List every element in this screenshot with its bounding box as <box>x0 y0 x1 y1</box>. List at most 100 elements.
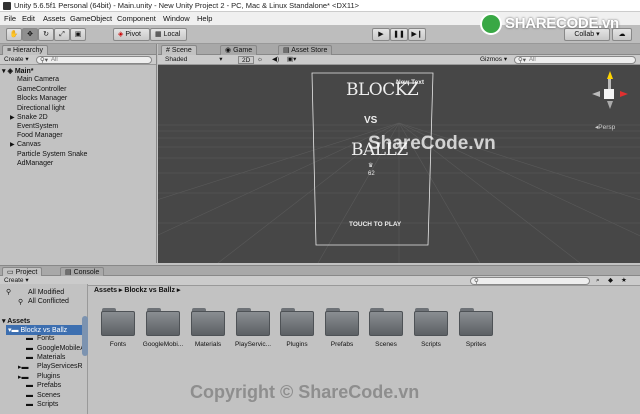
audio-icon[interactable]: ◀) <box>272 56 279 64</box>
move-tool-button[interactable]: ✥ <box>22 28 38 41</box>
tab-hierarchy[interactable]: ≡ Hierarchy <box>2 45 48 55</box>
gizmo-x-axis[interactable] <box>620 91 628 97</box>
pivot-label: Pivot <box>125 31 141 38</box>
tab-scene[interactable]: # Scene <box>161 45 197 55</box>
gizmo-y-axis[interactable] <box>607 71 613 79</box>
hierarchy-search-input[interactable]: ⚲▾ All <box>36 56 152 64</box>
shading-mode-dropdown[interactable]: Shaded ▾ <box>165 56 223 64</box>
hierarchy-item-snake-2d[interactable]: Snake 2D <box>17 114 48 121</box>
tree-item-all-modified[interactable]: All Modified <box>28 289 64 296</box>
hierarchy-item-admanager[interactable]: AdManager <box>17 160 53 167</box>
expand-arrow-icon: ▾ <box>2 68 6 75</box>
hand-tool-button[interactable]: ✋ <box>6 28 22 41</box>
filter-by-label-icon[interactable]: ◆ <box>608 277 613 285</box>
project-search-input[interactable]: ⚲ <box>470 277 590 285</box>
menu-file[interactable]: File <box>4 14 16 23</box>
tree-item-plugins[interactable]: Plugins <box>37 373 60 380</box>
pivot-toggle[interactable]: ◈ Pivot <box>113 28 150 41</box>
tab-game[interactable]: ◉ Game <box>220 45 258 55</box>
menu-gameobject[interactable]: GameObject <box>70 14 112 23</box>
folder-body <box>146 311 180 336</box>
tree-item-blockz-vs-ballz-row[interactable]: ▾▬ Blockz vs Ballz <box>8 326 67 334</box>
hierarchy-create-dropdown[interactable]: Create ▾ <box>4 56 29 64</box>
tree-item-assets-row[interactable]: ▾ Assets <box>2 317 30 325</box>
effects-icon[interactable]: ▣▾ <box>287 56 296 64</box>
move-icon: ✥ <box>27 31 33 38</box>
collapse-arrow-icon[interactable]: ▶ <box>10 114 15 121</box>
tree-item-scripts[interactable]: Scripts <box>37 401 58 408</box>
hierarchy-item-directional-light[interactable]: Directional light <box>17 105 65 112</box>
tree-item-fonts[interactable]: Fonts <box>37 335 55 342</box>
menu-window[interactable]: Window <box>163 14 190 23</box>
asset-folder-scenes[interactable] <box>369 308 403 336</box>
local-toggle[interactable]: ▦ Local <box>150 28 187 41</box>
menu-help[interactable]: Help <box>197 14 212 23</box>
tab-asset-store[interactable]: ▤ Asset Store <box>278 45 333 55</box>
tree-item-prefabs[interactable]: Prefabs <box>37 382 61 389</box>
tree-item-playservicesr[interactable]: PlayServicesR <box>37 363 83 370</box>
asset-folder-fonts[interactable] <box>101 308 135 336</box>
lighting-icon[interactable]: ☼ <box>257 56 263 64</box>
asset-label-prefabs: Prefabs <box>330 341 354 348</box>
orientation-gizmo[interactable] <box>590 68 630 120</box>
persp-label[interactable]: ◂Persp <box>595 123 615 131</box>
play-icon: ▶ <box>378 31 384 38</box>
menu-component[interactable]: Component <box>117 14 156 23</box>
collapse-arrow-icon[interactable]: ▸▬ <box>18 373 29 381</box>
asset-folder-plugins[interactable] <box>280 308 314 336</box>
hierarchy-item-blocks-manager[interactable]: Blocks Manager <box>17 95 67 102</box>
project-tabs-bar: ▭ Project ▤ Console <box>0 266 640 277</box>
scale-tool-button[interactable]: ⤢ <box>54 28 70 41</box>
asset-folder-playservic[interactable] <box>236 308 270 336</box>
game-controller-icon: ◉ <box>225 47 232 54</box>
favorite-icon[interactable]: ★ <box>621 277 627 285</box>
hierarchy-item-canvas[interactable]: Canvas <box>17 141 41 148</box>
rect-tool-button[interactable]: ▣ <box>70 28 86 41</box>
gizmo-neg-y-axis[interactable] <box>607 101 613 109</box>
rotate-tool-button[interactable]: ↻ <box>38 28 54 41</box>
collapse-arrow-icon[interactable]: ▶ <box>10 141 15 148</box>
breadcrumb-assets[interactable]: Assets <box>94 287 117 294</box>
folder-body <box>191 311 225 336</box>
project-tree: ⚲ All Modified ⚲ All Conflicted ▾ Assets… <box>0 284 88 414</box>
hierarchy-item-gamecontroller[interactable]: GameController <box>17 86 66 93</box>
tree-item-materials[interactable]: Materials <box>37 354 65 361</box>
asset-folder-materials[interactable] <box>191 308 225 336</box>
gizmos-dropdown[interactable]: Gizmos ▾ <box>480 56 507 64</box>
2d-toggle[interactable]: 2D <box>238 56 255 64</box>
tree-item-all-conflicted[interactable]: All Conflicted <box>28 298 69 305</box>
hierarchy-item-eventsystem[interactable]: EventSystem <box>17 123 58 130</box>
menu-edit[interactable]: Edit <box>22 14 35 23</box>
breadcrumb-blockz-vs-ballz[interactable]: Blockz vs Ballz <box>124 287 175 294</box>
folder-icon: ▾▬ <box>8 327 19 334</box>
play-button[interactable]: ▶ <box>372 28 390 41</box>
gizmo-neg-x-axis[interactable] <box>592 91 600 97</box>
filter-by-type-icon[interactable]: ⌕ <box>596 277 600 285</box>
asset-folder-sprites[interactable] <box>459 308 493 336</box>
step-button[interactable]: ▶❙ <box>408 28 426 41</box>
game-score: 62 <box>368 171 375 177</box>
watermark-center: ShareCode.vn <box>368 133 496 154</box>
menu-assets[interactable]: Assets <box>43 14 66 23</box>
project-tree-scrollbar[interactable] <box>82 316 88 356</box>
asset-folder-googlemobi[interactable] <box>146 308 180 336</box>
asset-label-googlemobi: GoogleMobi... <box>142 341 184 348</box>
collapse-arrow-icon[interactable]: ▸▬ <box>18 363 29 371</box>
scene-root-row[interactable]: ▾ ◈ Main* <box>2 67 33 75</box>
tab-asset-store-label: Asset Store <box>291 47 328 54</box>
hierarchy-item-main-camera[interactable]: Main Camera <box>17 76 59 83</box>
scene-search-input[interactable]: ⚲▾ All <box>514 56 636 64</box>
hierarchy-item-particle-system-snake[interactable]: Particle System Snake <box>17 151 87 158</box>
hierarchy-item-food-manager[interactable]: Food Manager <box>17 132 63 139</box>
game-new-text: New Text <box>396 79 425 86</box>
asset-folder-prefabs[interactable] <box>325 308 359 336</box>
pause-button[interactable]: ❚❚ <box>390 28 408 41</box>
gizmo-center-cube[interactable] <box>604 89 614 99</box>
scene-viewport[interactable]: BLOCKZ New Text VS BALLZ ♛ 62 TOUCH TO P… <box>158 65 640 263</box>
tree-item-scenes[interactable]: Scenes <box>37 392 60 399</box>
persp-label-text: Persp <box>598 124 616 131</box>
folder-body <box>369 311 403 336</box>
tree-item-googlemobilea[interactable]: GoogleMobileA <box>37 345 85 352</box>
hierarchy-toolbar: Create ▾ ⚲▾ All <box>0 55 156 65</box>
asset-folder-scripts[interactable] <box>414 308 448 336</box>
